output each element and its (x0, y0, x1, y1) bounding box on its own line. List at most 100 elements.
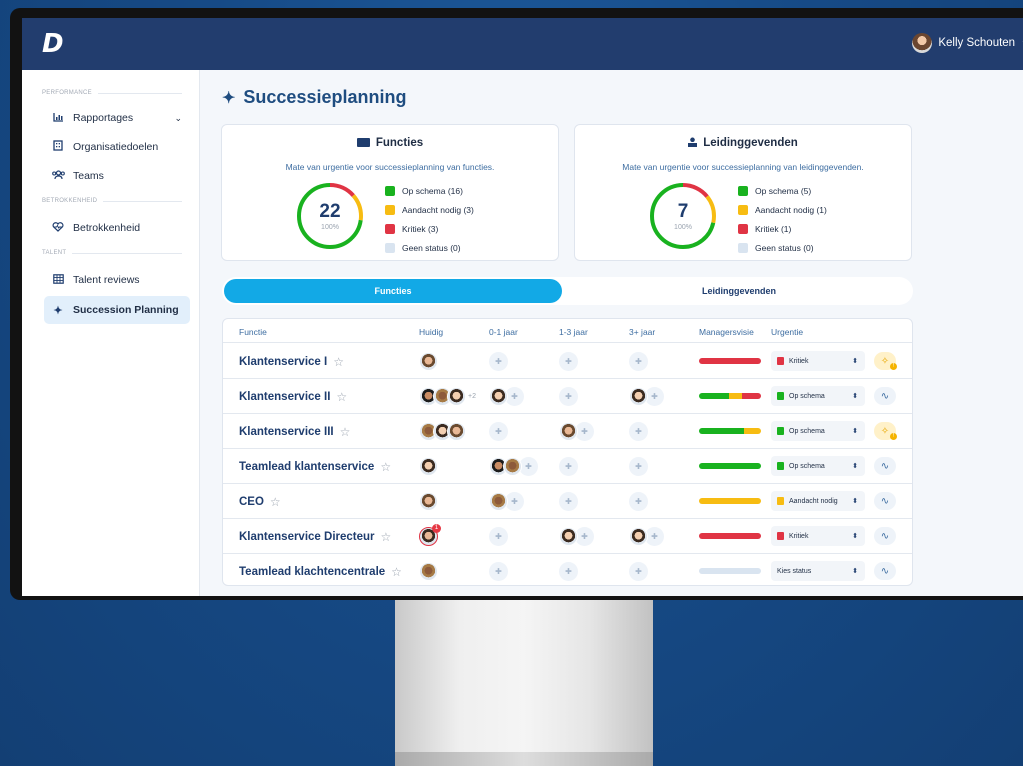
cell-3-plus-jaar: ✚ (629, 491, 648, 511)
function-name-text: Klantenservice Directeur (239, 531, 375, 543)
avatar[interactable] (419, 351, 438, 371)
table-row[interactable]: Klantenservice II ☆ +2 ✚ ✚ ✚ Op schema ⬍ … (223, 379, 912, 414)
star-icon[interactable]: ☆ (380, 460, 391, 474)
cell-huidig (419, 561, 438, 581)
sidebar-item-teams[interactable]: Teams (44, 163, 190, 189)
cell-0-1-jaar: ✚ (489, 386, 524, 406)
user-menu[interactable]: Kelly Schouten ▼ (912, 33, 1023, 53)
urgentie-select[interactable]: Kritiek ⬍ (771, 351, 865, 371)
cell-huidig: 1 (419, 523, 441, 546)
table-row[interactable]: Teamlead klantenservice ☆ ✚ ✚ ✚ Op schem… (223, 449, 912, 484)
function-name[interactable]: Teamlead klachtencentrale ☆ (239, 565, 402, 579)
table-row[interactable]: CEO ☆ ✚ ✚ ✚ Aandacht nodig ⬍ ∿ (223, 484, 912, 519)
app-logo[interactable]: D (42, 29, 64, 59)
sidebar-item-talent-reviews[interactable]: Talent reviews (44, 267, 190, 293)
avatar[interactable] (489, 491, 508, 511)
star-icon[interactable]: ☆ (381, 530, 392, 544)
sidebar-item-label: Betrokkenheid (73, 222, 141, 234)
legend-swatch (738, 185, 748, 196)
avatar[interactable] (489, 386, 508, 406)
star-icon[interactable]: ☆ (391, 565, 402, 579)
urgentie-select[interactable]: Aandacht nodig ⬍ (771, 491, 865, 511)
activity-icon[interactable]: ∿ (874, 492, 896, 510)
add-person-icon[interactable]: ✚ (629, 456, 648, 476)
tab-leidinggevenden[interactable]: Leidinggevenden (567, 277, 911, 305)
avatar[interactable] (447, 386, 466, 406)
col-0-1-jaar[interactable]: 0-1 jaar (489, 327, 518, 337)
add-person-icon[interactable]: ✚ (559, 561, 578, 581)
add-person-icon[interactable]: ✚ (559, 491, 578, 511)
cell-0-1-jaar: ✚ (489, 456, 538, 476)
table-row[interactable]: Klantenservice I ☆ ✚ ✚ ✚ Kritiek ⬍ ✧! (223, 344, 912, 379)
avatar[interactable] (419, 491, 438, 511)
activity-icon[interactable]: ∿ (874, 562, 896, 580)
star-icon[interactable]: ☆ (340, 425, 351, 439)
star-icon[interactable]: ☆ (333, 355, 344, 369)
avatar[interactable] (629, 386, 648, 406)
function-name[interactable]: Klantenservice Directeur ☆ (239, 530, 391, 544)
add-person-icon[interactable]: ✚ (559, 456, 578, 476)
activity-icon[interactable]: ∿ (874, 527, 896, 545)
avatar[interactable] (629, 526, 648, 546)
cell-3-plus-jaar: ✚ (629, 526, 664, 546)
function-name[interactable]: CEO ☆ (239, 495, 281, 509)
add-person-icon[interactable]: ✚ (489, 351, 508, 371)
tab-functies[interactable]: Functies (224, 279, 562, 303)
activity-icon[interactable]: ∿ (874, 457, 896, 475)
more-count[interactable]: +2 (468, 393, 476, 400)
col-1-3-jaar[interactable]: 1-3 jaar (559, 327, 588, 337)
avatar[interactable] (559, 526, 578, 546)
table-row[interactable]: Klantenservice III ☆ ✚ ✚ ✚ Op schema ⬍ ✧! (223, 414, 912, 449)
col-functie[interactable]: Functie (239, 327, 267, 337)
activity-icon[interactable]: ∿ (874, 387, 896, 405)
sidebar-item-organisatiedoelen[interactable]: Organisatiedoelen (44, 134, 190, 160)
cell-0-1-jaar: ✚ (489, 526, 508, 546)
add-person-icon[interactable]: ✚ (559, 351, 578, 371)
sparkle-warning-icon[interactable]: ✧! (874, 352, 897, 370)
urgentie-select[interactable]: Kies status ⬍ (771, 561, 865, 581)
add-person-icon[interactable]: ✚ (559, 386, 578, 406)
avatar[interactable] (419, 561, 438, 581)
avatar[interactable] (447, 421, 466, 441)
function-name[interactable]: Klantenservice I ☆ (239, 355, 344, 369)
sidebar-item-rapportages[interactable]: Rapportages ⌄ (44, 105, 190, 131)
sidebar-item-betrokkenheid[interactable]: Betrokkenheid (44, 215, 190, 241)
sparkle-warning-icon[interactable]: ✧! (874, 422, 897, 440)
add-person-icon[interactable]: ✚ (629, 491, 648, 511)
add-person-icon[interactable]: ✚ (629, 351, 648, 371)
table-row[interactable]: Teamlead klachtencentrale ☆ ✚ ✚ ✚ Kies s… (223, 554, 912, 585)
urgentie-select[interactable]: Kritiek ⬍ (771, 526, 865, 546)
add-person-icon[interactable]: ✚ (489, 561, 508, 581)
sidebar-item-succession-planning[interactable]: ✦ Succession Planning (44, 296, 190, 324)
avatar[interactable] (559, 421, 578, 441)
function-name[interactable]: Klantenservice III ☆ (239, 425, 350, 439)
cell-1-3-jaar: ✚ (559, 351, 578, 371)
grid-icon (52, 273, 64, 287)
add-person-icon[interactable]: ✚ (629, 561, 648, 581)
chevron-down-icon[interactable]: ⌄ (174, 113, 182, 124)
col-urgentie[interactable]: Urgentie (771, 327, 803, 337)
table-row[interactable]: Klantenservice Directeur ☆ 1 ✚ ✚ ✚ Kriti… (223, 519, 912, 554)
cell-3-plus-jaar: ✚ (629, 421, 648, 441)
function-name[interactable]: Klantenservice II ☆ (239, 390, 347, 404)
legend-item: Aandacht nodig (3) (385, 200, 474, 219)
star-icon[interactable]: ☆ (270, 495, 281, 509)
add-person-icon[interactable]: ✚ (489, 421, 508, 441)
col-huidig[interactable]: Huidig (419, 327, 443, 337)
managersvisie-bar (699, 498, 761, 504)
col-3-plus-jaar[interactable]: 3+ jaar (629, 327, 655, 337)
avatar[interactable] (419, 456, 438, 476)
managersvisie-bar (699, 533, 761, 539)
add-person-icon[interactable]: ✚ (489, 526, 508, 546)
function-name[interactable]: Teamlead klantenservice ☆ (239, 460, 391, 474)
avatar[interactable] (503, 456, 522, 476)
urgentie-select[interactable]: Op schema ⬍ (771, 456, 865, 476)
col-managersvisie[interactable]: Managersvisie (699, 327, 754, 337)
legend: Op schema (5) Aandacht nodig (1) Kritiek… (738, 181, 827, 257)
cell-huidig (419, 421, 466, 441)
avatar[interactable]: 1 (419, 523, 441, 546)
add-person-icon[interactable]: ✚ (629, 421, 648, 441)
urgentie-select[interactable]: Op schema ⬍ (771, 386, 865, 406)
urgentie-select[interactable]: Op schema ⬍ (771, 421, 865, 441)
star-icon[interactable]: ☆ (336, 390, 347, 404)
